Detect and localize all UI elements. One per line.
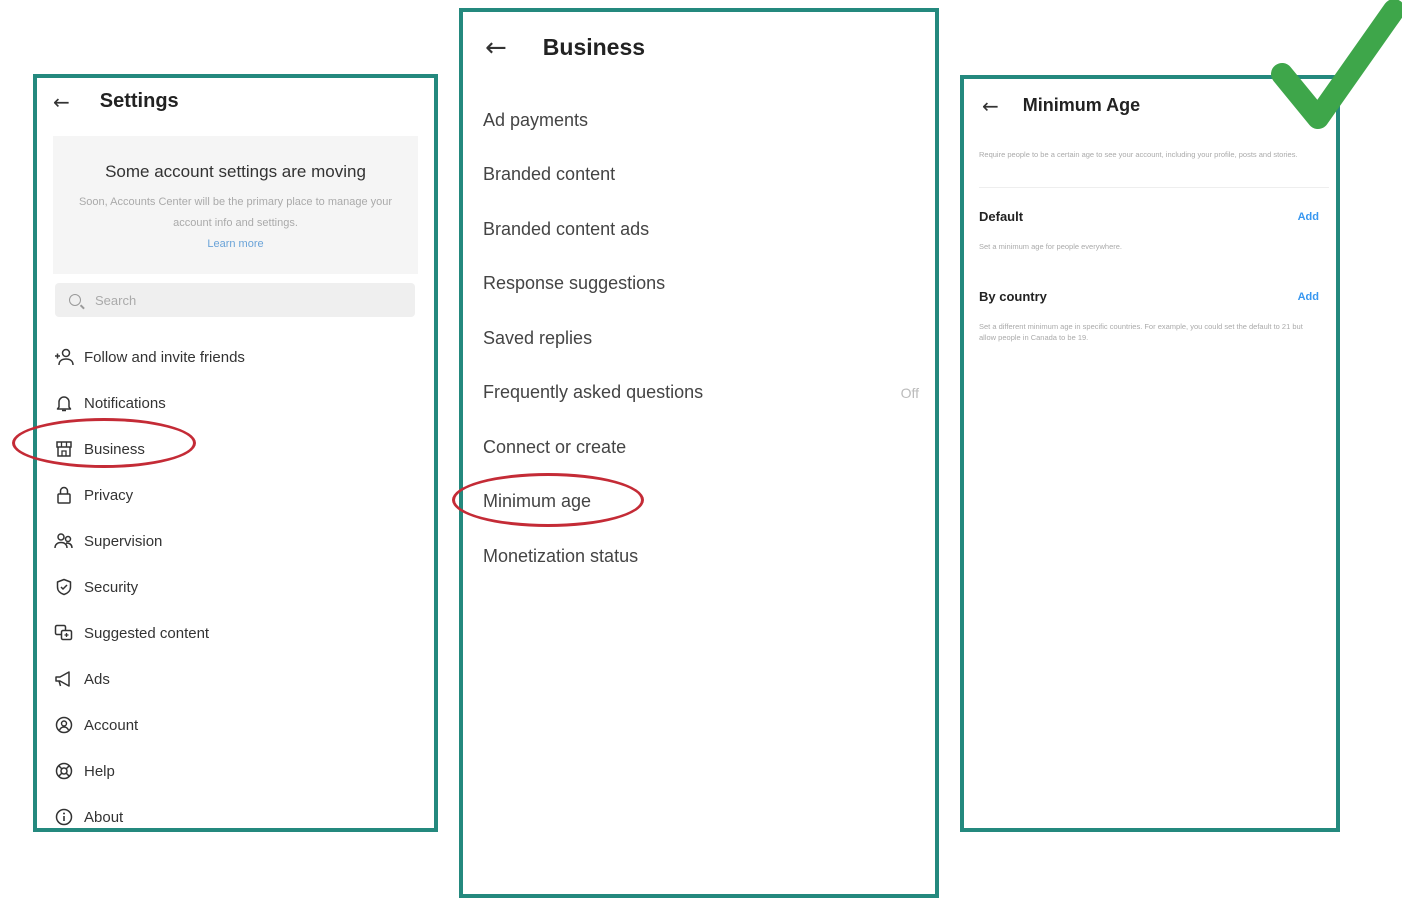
checkmark-icon	[1271, 0, 1402, 129]
menu-item-suggested-content[interactable]: Suggested content	[53, 610, 245, 656]
business-header: ← Business	[485, 34, 645, 61]
section-default: Default Add Set a minimum age for people…	[979, 209, 1319, 252]
highlight-ellipse-business	[12, 418, 196, 468]
learn-more-link[interactable]: Learn more	[207, 238, 263, 250]
minimum-age-panel: ← Minimum Age Require people to be a cer…	[960, 75, 1340, 832]
item-label: Saved replies	[483, 327, 593, 348]
minimum-age-intro: Require people to be a certain age to se…	[979, 150, 1298, 159]
item-label: Branded content	[483, 164, 616, 185]
back-arrow-icon[interactable]: ←	[53, 92, 70, 112]
business-item-branded-content[interactable]: Branded content	[483, 148, 919, 203]
add-by-country-button[interactable]: Add	[1298, 291, 1319, 303]
search-placeholder: Search	[95, 292, 137, 308]
megaphone-icon	[53, 670, 75, 688]
menu-item-help[interactable]: Help	[53, 748, 245, 794]
item-label: Response suggestions	[483, 273, 666, 294]
back-arrow-icon[interactable]: ←	[485, 35, 507, 61]
business-item-response-suggestions[interactable]: Response suggestions	[483, 257, 919, 312]
business-item-monetization-status[interactable]: Monetization status	[483, 529, 919, 584]
section-row: Default Add	[979, 209, 1319, 224]
lock-icon	[53, 486, 75, 504]
menu-item-security[interactable]: Security	[53, 564, 245, 610]
business-item-connect-or-create[interactable]: Connect or create	[483, 420, 919, 475]
menu-item-label: Help	[84, 762, 115, 780]
section-row: By country Add	[979, 289, 1319, 304]
menu-item-about[interactable]: About	[53, 794, 245, 828]
settings-header: ← Settings	[53, 90, 179, 113]
item-label: Ad payments	[483, 109, 589, 130]
page-title: Business	[542, 34, 646, 60]
account-icon	[53, 716, 75, 734]
info-icon	[53, 808, 75, 826]
suggested-content-icon	[53, 624, 75, 642]
menu-item-label: Follow and invite friends	[84, 348, 245, 366]
shield-icon	[53, 578, 75, 596]
notice-title: Some account settings are moving	[105, 162, 366, 181]
faq-status-value: Off	[900, 384, 919, 401]
people-icon	[53, 532, 75, 550]
page-title: Minimum Age	[1022, 95, 1141, 115]
item-label: Connect or create	[483, 436, 627, 457]
item-label: Branded content ads	[483, 218, 650, 239]
menu-item-follow-invite[interactable]: Follow and invite friends	[53, 334, 245, 380]
menu-item-label: Account	[84, 716, 139, 734]
highlight-ellipse-minimum-age	[452, 473, 644, 527]
accounts-center-notice: Some account settings are moving Soon, A…	[53, 136, 418, 274]
page-title: Settings	[99, 90, 179, 112]
notice-body-text: Soon, Accounts Center will be the primar…	[78, 196, 393, 229]
menu-item-supervision[interactable]: Supervision	[53, 518, 245, 564]
item-label: Monetization status	[483, 545, 639, 566]
notice-body: Soon, Accounts Center will be the primar…	[77, 192, 394, 255]
business-panel: ← Business Ad payments Branded content B…	[459, 8, 939, 898]
section-description: Set a minimum age for people everywhere.	[979, 242, 1122, 251]
section-description: Set a different minimum age in specific …	[979, 322, 1303, 342]
search-input[interactable]: Search	[55, 283, 415, 317]
menu-item-ads[interactable]: Ads	[53, 656, 245, 702]
menu-item-privacy[interactable]: Privacy	[53, 472, 245, 518]
menu-item-label: Security	[84, 578, 139, 596]
business-item-branded-content-ads[interactable]: Branded content ads	[483, 202, 919, 257]
business-item-ad-payments[interactable]: Ad payments	[483, 93, 919, 148]
menu-item-label: About	[84, 808, 124, 826]
menu-item-label: Notifications	[84, 394, 166, 412]
business-item-faq[interactable]: Frequently asked questions Off	[483, 366, 919, 421]
section-title: By country	[979, 289, 1047, 304]
menu-item-label: Privacy	[84, 486, 134, 504]
section-title: Default	[979, 209, 1024, 224]
lifebuoy-icon	[53, 762, 75, 780]
settings-menu: Follow and invite friends Notifications …	[53, 334, 245, 828]
add-person-icon	[53, 348, 75, 366]
menu-item-label: Supervision	[84, 532, 163, 550]
bell-icon	[53, 394, 75, 412]
divider	[979, 187, 1329, 188]
business-item-saved-replies[interactable]: Saved replies	[483, 311, 919, 366]
minimum-age-header: ← Minimum Age	[982, 95, 1140, 116]
back-arrow-icon[interactable]: ←	[982, 96, 999, 116]
menu-item-account[interactable]: Account	[53, 702, 245, 748]
item-label: Frequently asked questions	[483, 382, 704, 403]
menu-item-label: Ads	[84, 670, 110, 688]
section-by-country: By country Add Set a different minimum a…	[979, 289, 1319, 343]
add-default-button[interactable]: Add	[1298, 211, 1319, 223]
menu-item-label: Suggested content	[84, 624, 210, 642]
search-icon	[69, 294, 81, 306]
